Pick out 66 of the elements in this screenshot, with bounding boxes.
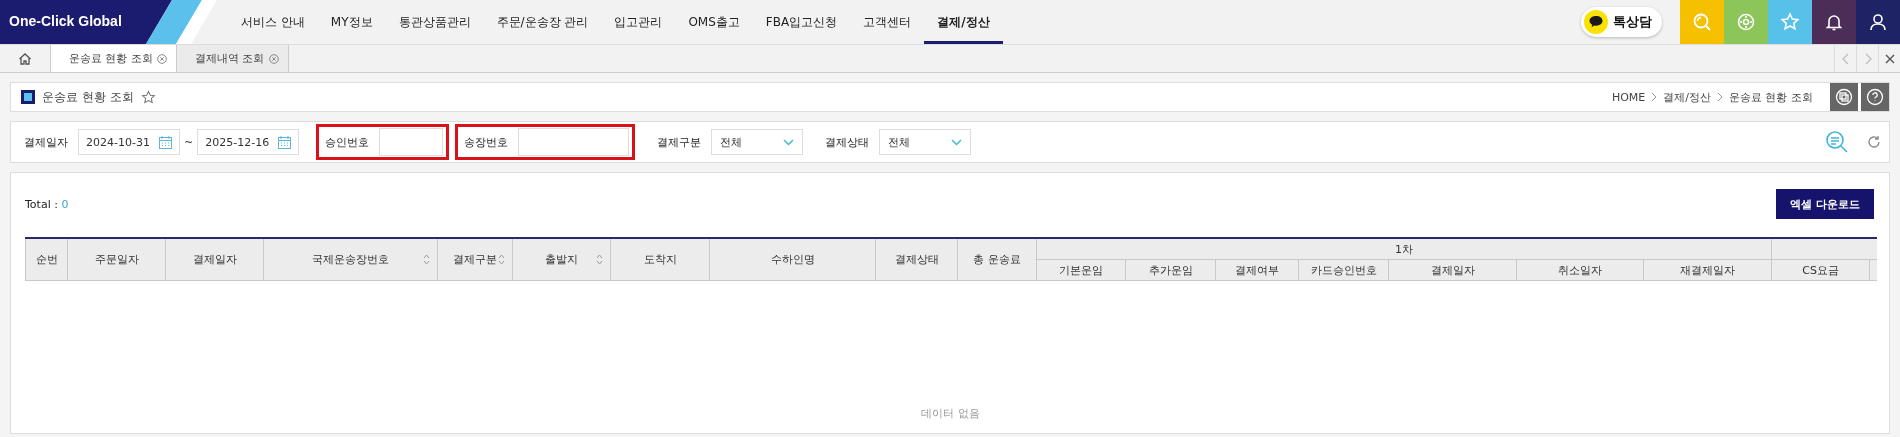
filter-label: 결제일자 <box>24 134 68 150</box>
column-header: 총 운송료 <box>957 238 1037 281</box>
input-field[interactable] <box>518 128 630 156</box>
select-field[interactable]: 전체 <box>711 129 804 155</box>
nav-menu-item[interactable]: MY정보 <box>317 0 386 44</box>
filter-label: 결제구분 <box>657 134 702 150</box>
breadcrumb-item[interactable]: 결제/정산 <box>1663 89 1711 105</box>
column-header: 도착지 <box>610 238 710 281</box>
filter-label: 승인번호 <box>325 134 370 150</box>
breadcrumb-item: 운송료 현황 조회 <box>1729 89 1813 105</box>
user-icon[interactable] <box>1868 12 1888 32</box>
excel-download-button[interactable]: 엑셀 다운로드 <box>1776 189 1874 219</box>
breadcrumb-item[interactable]: HOME <box>1611 90 1646 104</box>
filter-label: 송장번호 <box>464 134 509 150</box>
range-separator: ~ <box>184 135 194 149</box>
page-title: 운송료 현황 조회 <box>42 88 134 106</box>
select-field[interactable]: 전체 <box>879 129 972 155</box>
column-header: 주문일자 <box>67 238 166 281</box>
sort-icon[interactable] <box>498 254 505 265</box>
date-field[interactable]: 2024-10-31 <box>78 129 180 155</box>
chevron-down-icon <box>951 138 963 146</box>
chevron-right-icon <box>1717 92 1723 102</box>
column-header: 순번 <box>25 238 68 281</box>
empty-message: 데이터 없음 <box>921 407 980 420</box>
star-icon[interactable] <box>140 89 156 105</box>
nav-menu-item[interactable]: 입고관리 <box>601 0 676 44</box>
calendar-icon[interactable] <box>159 135 172 149</box>
chat-consult-button[interactable]: 톡상담 <box>1581 7 1662 37</box>
chevron-down-icon <box>783 138 795 146</box>
close-icon[interactable] <box>157 53 167 64</box>
settings-icon[interactable] <box>1736 12 1756 32</box>
new-window-button[interactable] <box>1830 83 1858 111</box>
close-icon[interactable] <box>268 53 279 64</box>
refresh-icon[interactable] <box>1867 135 1881 149</box>
sort-icon[interactable] <box>596 254 603 265</box>
date-field[interactable]: 2025-12-16 <box>197 129 300 155</box>
column-header: 결제구분 <box>437 238 513 281</box>
total-count: Total : 0 <box>25 197 69 211</box>
input-field[interactable] <box>379 128 444 156</box>
page-tab[interactable]: 결제내역 조회 <box>177 45 289 72</box>
nav-menu-item[interactable]: OMS출고 <box>675 0 753 44</box>
sort-icon[interactable] <box>423 254 430 265</box>
calendar-icon[interactable] <box>278 135 292 149</box>
bell-icon[interactable] <box>1824 12 1844 32</box>
nav-menu-item[interactable]: 주문/운송장 관리 <box>483 0 602 44</box>
nav-menu-item[interactable]: 고객센터 <box>850 0 925 44</box>
home-icon[interactable] <box>18 51 32 66</box>
column-header: 출발지 <box>512 238 611 281</box>
column-header: 결제상태 <box>875 238 958 281</box>
page-icon <box>21 90 35 104</box>
search-icon[interactable] <box>1825 130 1849 154</box>
column-header: 국제운송장번호 <box>263 238 438 281</box>
nav-menu-item[interactable]: FBA입고신청 <box>752 0 851 44</box>
close-icon[interactable] <box>1884 53 1895 64</box>
nav-menu-item[interactable]: 통관상품관리 <box>385 0 484 44</box>
chevron-right-icon <box>1651 92 1658 102</box>
filter-label: 결제상태 <box>825 134 870 150</box>
column-group-header: 1차 <box>1036 238 1772 260</box>
nav-menu-item[interactable]: 서비스 안내 <box>228 0 318 44</box>
search-icon[interactable] <box>1692 12 1712 32</box>
column-header: 결제일자 <box>165 238 264 281</box>
page-tab[interactable]: 운송료 현황 조회 <box>51 45 177 72</box>
column-header: 수하인명 <box>709 238 876 281</box>
speech-bubble-icon <box>1584 10 1608 34</box>
help-button[interactable] <box>1861 83 1889 111</box>
chevron-left-icon[interactable] <box>1840 52 1851 65</box>
